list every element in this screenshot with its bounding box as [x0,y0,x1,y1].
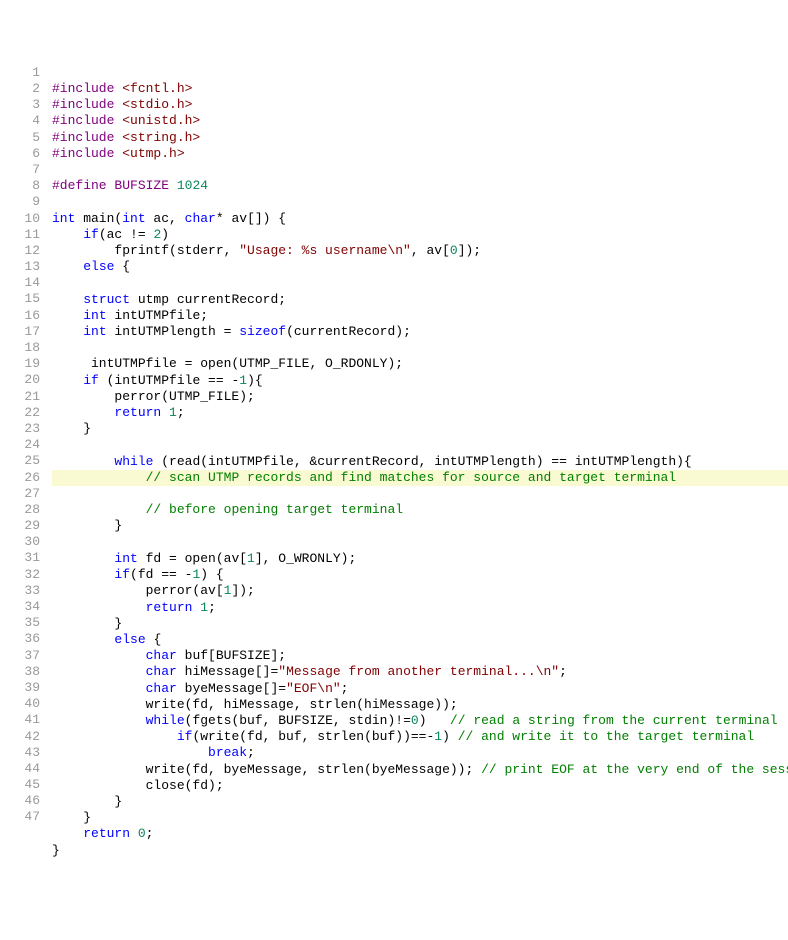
code-line: return 0; [52,826,153,841]
line-number: 22 [0,405,40,421]
code-line: } [52,794,122,809]
code-line: char hiMessage[]="Message from another t… [52,664,567,679]
code-line: #define BUFSIZE 1024 [52,178,208,193]
code-line: intUTMPfile = open(UTMP_FILE, O_RDONLY); [52,356,403,371]
line-number-gutter: 1234567891011121314151617181920212223242… [0,65,52,859]
code-line: } [52,421,91,436]
code-area[interactable]: #include <fcntl.h> #include <stdio.h> #i… [52,65,788,859]
code-editor[interactable]: 1234567891011121314151617181920212223242… [0,65,788,859]
code-line: } [52,518,122,533]
code-line: else { [52,632,161,647]
line-number: 20 [0,372,40,388]
line-number: 35 [0,615,40,631]
line-number: 27 [0,486,40,502]
code-line: int main(int ac, char* av[]) { [52,211,286,226]
line-number: 23 [0,421,40,437]
line-number: 4 [0,113,40,129]
code-line: return 1; [52,405,185,420]
line-number: 8 [0,178,40,194]
code-line: int intUTMPfile; [52,308,208,323]
line-number: 12 [0,243,40,259]
code-line: } [52,843,60,858]
code-line: if(ac != 2) [52,227,169,242]
line-number: 11 [0,227,40,243]
code-line: fprintf(stderr, "Usage: %s username\n", … [52,243,481,258]
line-number: 3 [0,97,40,113]
line-number: 34 [0,599,40,615]
code-line: char buf[BUFSIZE]; [52,648,286,663]
line-number: 43 [0,745,40,761]
code-line: } [52,616,122,631]
code-line: if(fd == -1) { [52,567,224,582]
line-number: 13 [0,259,40,275]
code-line: char byeMessage[]="EOF\n"; [52,681,348,696]
line-number: 45 [0,777,40,793]
code-line: #include <string.h> [52,130,200,145]
code-line: close(fd); [52,778,224,793]
line-number: 33 [0,583,40,599]
line-number: 39 [0,680,40,696]
code-line: while(fgets(buf, BUFSIZE, stdin)!=0) // … [52,713,778,728]
code-line: break; [52,745,255,760]
line-number: 15 [0,291,40,307]
code-line: while (read(intUTMPfile, &currentRecord,… [52,454,692,469]
line-number: 9 [0,194,40,210]
line-number: 44 [0,761,40,777]
code-line: // before opening target terminal [52,502,403,517]
code-line: int intUTMPlength = sizeof(currentRecord… [52,324,411,339]
line-number: 30 [0,534,40,550]
line-number: 26 [0,470,40,486]
code-line: if(write(fd, buf, strlen(buf))==-1) // a… [52,729,754,744]
line-number: 19 [0,356,40,372]
code-line: return 1; [52,600,216,615]
line-number: 18 [0,340,40,356]
line-number: 16 [0,308,40,324]
line-number: 37 [0,648,40,664]
line-number: 40 [0,696,40,712]
line-number: 17 [0,324,40,340]
line-number: 7 [0,162,40,178]
code-line: #include <unistd.h> [52,113,200,128]
line-number: 42 [0,729,40,745]
line-number: 14 [0,275,40,291]
line-number: 38 [0,664,40,680]
code-line: struct utmp currentRecord; [52,292,286,307]
code-line: #include <utmp.h> [52,146,185,161]
line-number: 46 [0,793,40,809]
line-number: 2 [0,81,40,97]
code-line: write(fd, hiMessage, strlen(hiMessage)); [52,697,458,712]
code-line: #include <fcntl.h> [52,81,192,96]
line-number: 5 [0,130,40,146]
line-number: 41 [0,712,40,728]
code-line-highlighted: // scan UTMP records and find matches fo… [52,470,788,486]
line-number: 36 [0,631,40,647]
code-line: #include <stdio.h> [52,97,192,112]
code-line: else { [52,259,130,274]
line-number: 1 [0,65,40,81]
line-number: 25 [0,453,40,469]
code-line: perror(av[1]); [52,583,255,598]
line-number: 24 [0,437,40,453]
code-line: if (intUTMPfile == -1){ [52,373,263,388]
line-number: 21 [0,389,40,405]
line-number: 10 [0,211,40,227]
line-number: 28 [0,502,40,518]
code-line: perror(UTMP_FILE); [52,389,255,404]
line-number: 31 [0,550,40,566]
code-line: } [52,810,91,825]
code-line: int fd = open(av[1], O_WRONLY); [52,551,356,566]
line-number: 32 [0,567,40,583]
line-number: 47 [0,809,40,825]
line-number: 6 [0,146,40,162]
line-number: 29 [0,518,40,534]
